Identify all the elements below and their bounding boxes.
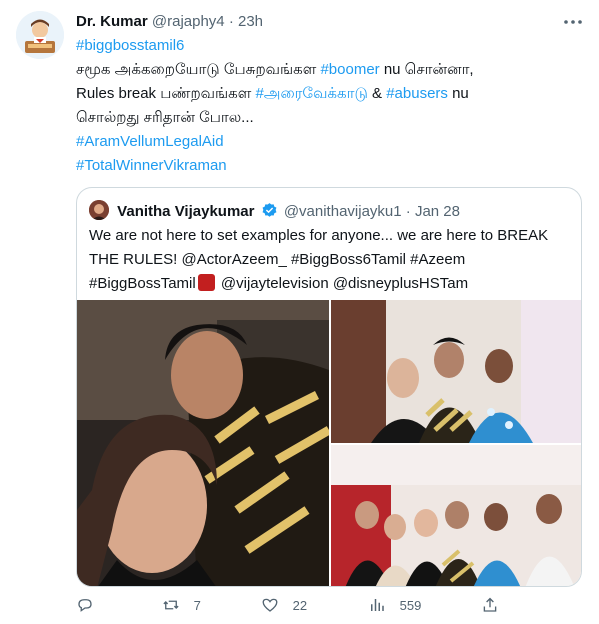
tweet-text-segment: சொல்றது சரிதான் போல... [76, 109, 254, 126]
share-icon [483, 597, 497, 612]
quoted-text: We are not here to set examples for anyo… [89, 224, 575, 296]
retweet-button[interactable]: 7 [162, 594, 201, 618]
tweet-line: #AramVellumLegalAid [76, 130, 582, 154]
quoted-mentions: @vijaytelevision @disneyplusHSTam [216, 275, 469, 292]
reply-icon [78, 599, 92, 612]
more-icon[interactable] [561, 10, 585, 34]
separator-dot: · [228, 13, 234, 30]
quoted-date[interactable]: Jan 28 [415, 203, 460, 220]
views-icon [371, 599, 384, 611]
retweet-icon [163, 600, 179, 610]
quoted-line: #BiggBossTamil @vijaytelevision @disneyp… [89, 272, 575, 296]
tweet-text-segment: சமூக அக்கறையோடு பேசுறவங்கள [76, 61, 321, 78]
tweet-header: Dr. Kumar @rajaphy4 · 23h [76, 11, 559, 33]
photo-group-three[interactable] [331, 300, 581, 443]
quoted-line: THE RULES! @ActorAzeem_ #BiggBoss6Tamil … [89, 251, 466, 268]
action-bar: 7 22 559 [76, 594, 516, 618]
tweet-text-segment: nu [447, 85, 469, 102]
tweet[interactable]: Dr. Kumar @rajaphy4 · 23h #biggbosstamil… [0, 0, 599, 624]
photo-selfie[interactable] [77, 300, 329, 586]
like-button[interactable]: 22 [261, 594, 307, 618]
tweet-line: #biggbosstamil6 [76, 34, 582, 58]
views-button[interactable]: 559 [368, 594, 421, 618]
media-grid [77, 300, 581, 586]
tweet-line: சொல்றது சரிதான் போல... [76, 106, 582, 130]
quoted-author-avatar[interactable] [89, 200, 109, 220]
view-count: 559 [399, 598, 422, 613]
hashtag-link[interactable]: #boomer [320, 61, 379, 78]
quoted-header: Vanitha Vijaykumar @vanithavijayku1 · Ja… [89, 200, 460, 220]
tweet-line: Rules break பண்றவங்கள #அரைவேக்காடு & #ab… [76, 82, 582, 106]
tweet-line: சமூக அக்கறையோடு பேசுறவங்கள #boomer nu சொ… [76, 58, 582, 82]
author-name[interactable]: Dr. Kumar [76, 13, 148, 30]
like-count: 22 [292, 598, 308, 613]
hashtag-link[interactable]: #அரைவேக்காடு [255, 85, 367, 102]
reply-button[interactable] [76, 594, 104, 618]
retweet-count: 7 [193, 598, 201, 613]
verified-icon [261, 202, 278, 219]
photo-group-six[interactable] [331, 445, 581, 586]
tweet-text: #biggbosstamil6 சமூக அக்கறையோடு பேசுறவங்க… [76, 34, 582, 178]
author-handle[interactable]: @rajaphy4 [152, 13, 225, 30]
quoted-author-handle[interactable]: @vanithavijayku1 [284, 203, 402, 220]
tweet-time[interactable]: 23h [238, 13, 263, 30]
hashtag-link[interactable]: #TotalWinnerVikraman [76, 157, 227, 174]
hashtag-link[interactable]: #abusers [386, 85, 448, 102]
author-avatar[interactable] [16, 11, 64, 59]
tweet-line: #TotalWinnerVikraman [76, 154, 582, 178]
quoted-author-name[interactable]: Vanitha Vijaykumar [117, 203, 254, 220]
bigg-boss-logo [197, 274, 215, 291]
hashtag-link[interactable]: #biggbosstamil6 [76, 37, 184, 54]
quoted-hashtag: #BiggBossTamil [89, 275, 196, 292]
quoted-separator-dot: · [405, 203, 411, 220]
quoted-line: We are not here to set examples for anyo… [89, 227, 549, 244]
tweet-text-segment: & [367, 85, 387, 102]
quoted-tweet[interactable]: Vanitha Vijaykumar @vanithavijayku1 · Ja… [76, 187, 582, 587]
share-button[interactable] [481, 594, 499, 618]
like-icon [262, 598, 278, 612]
tweet-text-segment: nu சொன்னா, [379, 61, 474, 78]
hashtag-link[interactable]: #AramVellumLegalAid [76, 133, 224, 150]
tweet-text-segment: Rules break பண்றவங்கள [76, 85, 256, 102]
